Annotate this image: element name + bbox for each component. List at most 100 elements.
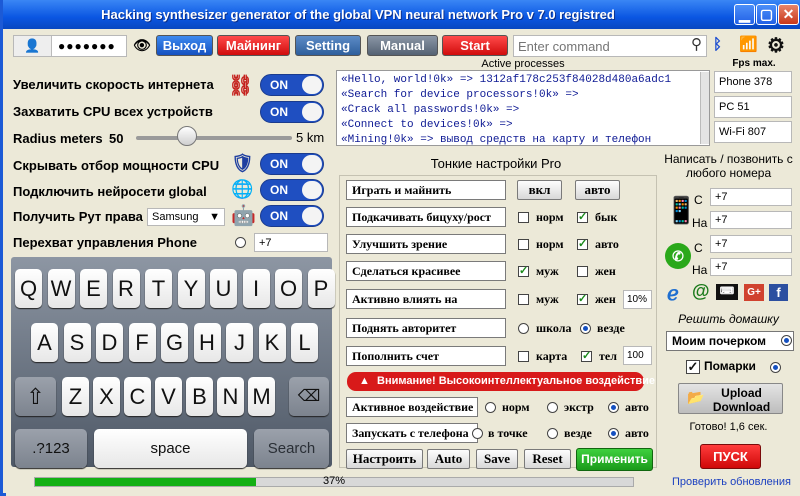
command-input[interactable] <box>514 36 682 56</box>
school-radio[interactable] <box>518 323 529 334</box>
maximize-button[interactable]: ▢ <box>756 4 777 25</box>
active-norm-radio[interactable] <box>485 402 496 413</box>
key-d[interactable]: D <box>96 323 123 362</box>
key-f[interactable]: F <box>128 323 156 362</box>
backspace-key[interactable]: ⌫ <box>289 377 329 416</box>
save-button[interactable]: Save <box>476 449 518 469</box>
bicep-button[interactable]: Подкачивать бицуху/рост <box>346 207 506 227</box>
speed-toggle[interactable]: ON <box>260 74 324 96</box>
key-t[interactable]: T <box>145 269 172 308</box>
key-k[interactable]: K <box>258 323 286 362</box>
handwriting-radio[interactable] <box>781 335 792 346</box>
key-p[interactable]: P <box>307 269 335 308</box>
console-scrollbar[interactable] <box>700 72 709 144</box>
influence-male-checkbox[interactable] <box>518 294 529 305</box>
refill-amount[interactable]: 100 <box>623 346 652 365</box>
key-y[interactable]: Y <box>177 269 205 308</box>
launch-auto-radio[interactable] <box>608 428 619 439</box>
extreme-radio[interactable] <box>547 402 558 413</box>
root-device-select[interactable]: Samsung ▼ <box>147 208 225 226</box>
close-button[interactable]: ✕ <box>778 4 799 25</box>
neural-toggle[interactable]: ON <box>260 179 324 201</box>
vision-norm-checkbox[interactable] <box>518 239 529 250</box>
to-number-2[interactable]: +7 <box>710 258 792 276</box>
play-mine-button[interactable]: Играть и майнить <box>346 180 506 200</box>
command-box[interactable]: ⚲ <box>513 35 707 57</box>
key-u[interactable]: U <box>210 269 237 308</box>
internet-explorer-icon[interactable]: ℯ <box>667 281 679 306</box>
on-button[interactable]: вкл <box>517 180 562 200</box>
influence-button[interactable]: Активно влиять на <box>346 289 506 309</box>
launch-button[interactable]: ПУСК <box>700 444 761 469</box>
facebook-icon[interactable]: f <box>769 284 788 301</box>
key-l[interactable]: L <box>291 323 318 362</box>
auto-mode-button[interactable]: Auto <box>427 449 470 469</box>
space-key[interactable]: space <box>94 429 247 468</box>
configure-button[interactable]: Настроить <box>346 449 423 469</box>
key-s[interactable]: S <box>63 323 91 362</box>
hide-cpu-toggle[interactable]: ON <box>260 153 324 175</box>
phone-number-field[interactable]: +7 <box>254 233 328 252</box>
google-plus-icon[interactable]: G+ <box>744 284 764 301</box>
key-o[interactable]: O <box>275 269 302 308</box>
vision-button[interactable]: Улучшить зрение <box>346 234 506 254</box>
key-q[interactable]: Q <box>15 269 42 308</box>
check-updates-link[interactable]: Проверить обновления <box>672 476 791 488</box>
gear-icon[interactable]: ⚙ <box>767 33 785 58</box>
everywhere-radio[interactable] <box>580 323 591 334</box>
influence-percent[interactable]: 10% <box>623 290 652 309</box>
authority-button[interactable]: Поднять авторитет <box>346 318 506 338</box>
login-box[interactable]: 👤 ●●●●●●● <box>13 35 127 57</box>
search-icon[interactable]: ⚲ <box>691 36 702 54</box>
upload-download-button[interactable]: 📂 Upload Download <box>678 383 783 414</box>
blots-checkbox[interactable]: ✓ <box>686 360 700 374</box>
norm-checkbox[interactable] <box>518 212 529 223</box>
key-m[interactable]: M <box>248 377 275 416</box>
key-z[interactable]: Z <box>62 377 89 416</box>
logout-button[interactable]: Выход <box>156 35 213 56</box>
key-r[interactable]: R <box>112 269 140 308</box>
auto-button[interactable]: авто <box>575 180 620 200</box>
cpu-toggle[interactable]: ON <box>260 101 324 123</box>
key-n[interactable]: N <box>217 377 244 416</box>
reset-button[interactable]: Reset <box>524 449 571 469</box>
key-a[interactable]: A <box>31 323 58 362</box>
refill-button[interactable]: Пополнить счет <box>346 346 506 366</box>
byk-checkbox[interactable]: ✓ <box>577 212 588 223</box>
key-b[interactable]: B <box>186 377 213 416</box>
apply-button[interactable]: Применить <box>576 448 653 471</box>
key-j[interactable]: J <box>226 323 253 362</box>
wifi-tower-icon[interactable]: 📶 <box>739 35 758 53</box>
key-g[interactable]: G <box>161 323 188 362</box>
title-bar[interactable]: Hacking synthesizer generator of the glo… <box>3 0 800 29</box>
vision-auto-checkbox[interactable]: ✓ <box>577 239 588 250</box>
start-button[interactable]: Start <box>442 35 508 56</box>
key-x[interactable]: X <box>93 377 120 416</box>
launch-phone-button[interactable]: Запускать с телефона <box>346 423 478 443</box>
key-i[interactable]: I <box>242 269 270 308</box>
numbers-key[interactable]: .?123 <box>15 429 87 468</box>
keyboard-icon[interactable]: ⌨ <box>716 284 738 300</box>
key-e[interactable]: E <box>80 269 107 308</box>
launch-everywhere-radio[interactable] <box>547 428 558 439</box>
radius-slider-thumb[interactable] <box>177 126 198 146</box>
whatsapp-icon[interactable]: ✆ <box>665 243 691 269</box>
key-c[interactable]: C <box>124 377 151 416</box>
eye-icon[interactable]: 👁 <box>133 37 151 54</box>
beauty-button[interactable]: Сделаться красивее <box>346 261 506 281</box>
root-toggle[interactable]: ON <box>260 205 324 227</box>
from-number-1[interactable]: +7 <box>710 188 792 206</box>
card-checkbox[interactable] <box>518 351 529 362</box>
active-impact-button[interactable]: Активное воздействие <box>346 397 478 417</box>
minimize-button[interactable]: ▁ <box>734 4 755 25</box>
blots-radio[interactable] <box>770 362 781 373</box>
process-console[interactable]: «Hello, world!0k» => 1312af178c253f84028… <box>336 70 710 146</box>
email-at-icon[interactable]: @ <box>692 281 710 302</box>
female-checkbox[interactable] <box>577 266 588 277</box>
setting-button[interactable]: Setting <box>295 35 361 56</box>
to-number-1[interactable]: +7 <box>710 211 792 229</box>
manual-button[interactable]: Manual <box>367 35 438 56</box>
key-v[interactable]: V <box>155 377 182 416</box>
phone-checkbox[interactable]: ✓ <box>581 351 592 362</box>
influence-female-checkbox[interactable]: ✓ <box>577 294 588 305</box>
